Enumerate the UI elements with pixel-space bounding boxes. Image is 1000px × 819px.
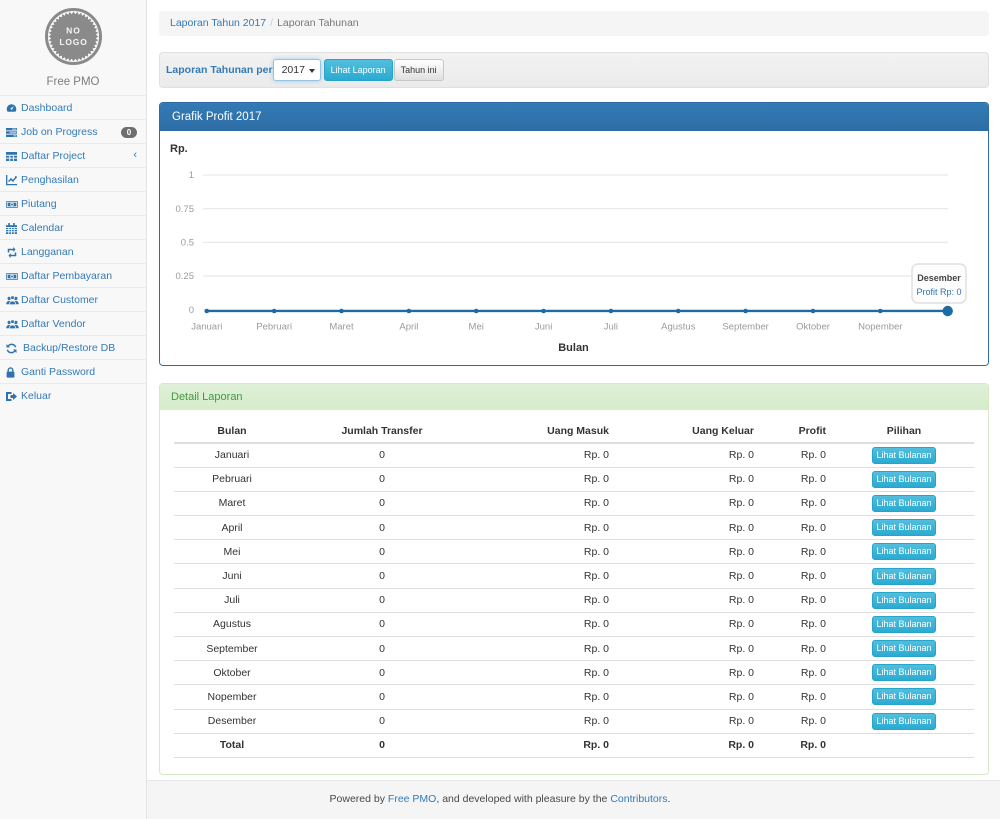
svg-text:Pebruari: Pebruari (256, 322, 292, 333)
svg-text:Bulan: Bulan (558, 342, 589, 354)
svg-text:0.75: 0.75 (176, 204, 195, 215)
svg-text:September: September (722, 322, 768, 333)
svg-text:April: April (399, 322, 418, 333)
svg-text:Agustus: Agustus (661, 322, 696, 333)
svg-text:Desember: Desember (917, 273, 961, 283)
svg-text:NO: NO (66, 26, 81, 36)
svg-text:Juli: Juli (604, 322, 618, 333)
svg-text:0.25: 0.25 (176, 271, 195, 282)
svg-text:Rp.: Rp. (170, 143, 188, 155)
svg-text:Maret: Maret (329, 322, 354, 333)
svg-text:Profit Rp: 0: Profit Rp: 0 (916, 287, 961, 297)
svg-text:Juni: Juni (535, 322, 552, 333)
svg-text:Oktober: Oktober (796, 322, 830, 333)
svg-text:Mei: Mei (469, 322, 484, 333)
svg-text:LOGO: LOGO (59, 37, 87, 47)
svg-text:0.5: 0.5 (181, 238, 194, 249)
svg-text:1: 1 (189, 170, 194, 181)
svg-text:Januari: Januari (191, 322, 222, 333)
svg-text:0: 0 (189, 305, 194, 316)
svg-text:Nopember: Nopember (858, 322, 902, 333)
